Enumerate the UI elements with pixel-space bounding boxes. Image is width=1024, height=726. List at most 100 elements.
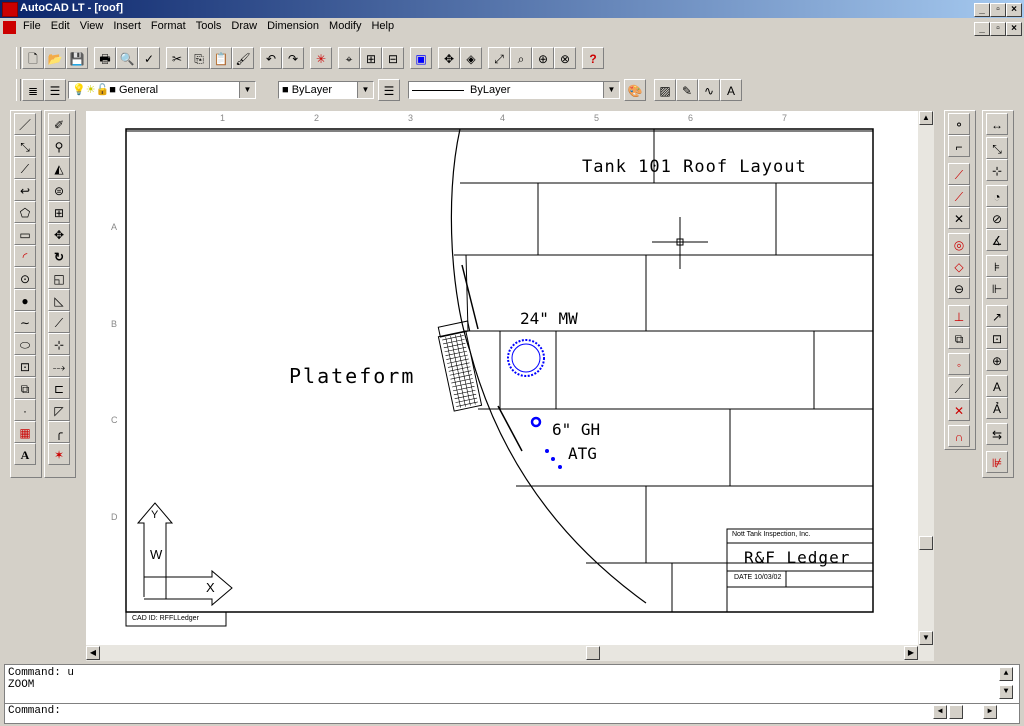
nearest-snap-icon[interactable]: ⟋ <box>948 377 970 399</box>
cmd-scroll-right-icon[interactable]: ▶ <box>983 705 997 719</box>
explode-icon[interactable]: ✶ <box>48 443 70 465</box>
linetype-combo[interactable]: ByLayer ▼ <box>408 81 620 99</box>
pen-icon[interactable]: ✎ <box>676 79 698 101</box>
cut-icon[interactable]: ✂ <box>166 47 188 69</box>
continue-dim-icon[interactable]: ⊩ <box>986 277 1008 299</box>
construction-line-icon[interactable]: ⤡ <box>14 135 36 157</box>
close-button[interactable]: × <box>1006 3 1022 17</box>
dim-text-edit-icon[interactable]: Ả <box>986 397 1008 419</box>
point-icon[interactable]: · <box>14 399 36 421</box>
polygon-icon[interactable]: ⬠ <box>14 201 36 223</box>
tracking-snap-icon[interactable]: ⚬ <box>948 113 970 135</box>
menu-format[interactable]: Format <box>146 18 191 34</box>
scroll-thumb[interactable] <box>919 536 933 550</box>
snap-settings-icon[interactable]: ∩ <box>948 425 970 447</box>
print-icon[interactable]: 🖶 <box>94 47 116 69</box>
diameter-dim-icon[interactable]: ⊘ <box>986 207 1008 229</box>
baseline-dim-icon[interactable]: ⊧ <box>986 255 1008 277</box>
save-icon[interactable]: 💾 <box>66 47 88 69</box>
menu-tools[interactable]: Tools <box>191 18 227 34</box>
tangent-snap-icon[interactable]: ⊖ <box>948 277 970 299</box>
aligned-dim-icon[interactable]: ⤡ <box>986 137 1008 159</box>
extend-icon[interactable]: ⤏ <box>48 355 70 377</box>
zoom-window-icon[interactable]: ⌕ <box>510 47 532 69</box>
redo-icon[interactable]: ↷ <box>282 47 304 69</box>
chevron-down-icon[interactable]: ▼ <box>357 82 373 98</box>
midpoint-snap-icon[interactable]: ⟋ <box>948 185 970 207</box>
dim-update-icon[interactable]: ⇆ <box>986 423 1008 445</box>
hatch-icon[interactable]: ▦ <box>14 421 36 443</box>
ucs-icon[interactable]: ⊞ <box>360 47 382 69</box>
chevron-down-icon[interactable]: ▼ <box>603 82 619 98</box>
scroll-up-icon[interactable]: ▲ <box>919 111 933 125</box>
command-prompt[interactable]: Command: <box>8 705 61 717</box>
layer-combo[interactable]: 💡☀🔓■ General ▼ <box>68 81 256 99</box>
copy-icon[interactable]: ⎘ <box>188 47 210 69</box>
dim-edit-icon[interactable]: A <box>986 375 1008 397</box>
horizontal-scrollbar[interactable]: ◀ ▶ <box>86 645 934 661</box>
polyline-icon[interactable]: ↩ <box>14 179 36 201</box>
spelling-icon[interactable]: ✓ <box>138 47 160 69</box>
cmd-scroll-left-icon[interactable]: ◀ <box>933 705 947 719</box>
menu-help[interactable]: Help <box>366 18 399 34</box>
open-icon[interactable]: 📂 <box>44 47 66 69</box>
properties-icon[interactable]: 🎨 <box>624 79 646 101</box>
spline-draw-icon[interactable]: ∼ <box>14 311 36 333</box>
from-snap-icon[interactable]: ⌐ <box>948 135 970 157</box>
rectangle-icon[interactable]: ▭ <box>14 223 36 245</box>
insert-block-icon[interactable]: ⊡ <box>14 355 36 377</box>
ordinate-dim-icon[interactable]: ⊹ <box>986 159 1008 181</box>
endpoint-snap-icon[interactable]: ⟋ <box>948 163 970 185</box>
center-mark-icon[interactable]: ⊕ <box>986 349 1008 371</box>
scroll-left-icon[interactable]: ◀ <box>86 646 100 660</box>
cmd-scroll-up-icon[interactable]: ▲ <box>999 667 1013 681</box>
make-layer-current-icon[interactable]: ≣ <box>22 79 44 101</box>
linetype-icon[interactable]: ☰ <box>378 79 400 101</box>
cmd-scroll-down-icon[interactable]: ▼ <box>999 685 1013 699</box>
break-icon[interactable]: ⊏ <box>48 377 70 399</box>
cmd-scroll-thumb[interactable] <box>949 705 963 719</box>
none-snap-icon[interactable]: ✕ <box>948 399 970 421</box>
copy-object-icon[interactable]: ⚲ <box>48 135 70 157</box>
doc-restore-button[interactable]: ▫ <box>990 22 1006 36</box>
erase-icon[interactable]: ✐ <box>48 113 70 135</box>
offset-icon[interactable]: ⊜ <box>48 179 70 201</box>
aerial-view-icon[interactable]: ◈ <box>460 47 482 69</box>
print-preview-icon[interactable]: 🔍 <box>116 47 138 69</box>
stretch-icon[interactable]: ◺ <box>48 289 70 311</box>
inquiry-icon[interactable]: ⊟ <box>382 47 404 69</box>
vertical-scrollbar[interactable]: ▲ ▼ <box>918 111 934 645</box>
center-snap-icon[interactable]: ◎ <box>948 233 970 255</box>
paste-icon[interactable]: 📋 <box>210 47 232 69</box>
zoom-previous-icon[interactable]: ⊕ <box>532 47 554 69</box>
line-icon[interactable]: ／ <box>14 113 36 135</box>
leader-icon[interactable]: ↗ <box>986 305 1008 327</box>
insertion-snap-icon[interactable]: ⧉ <box>948 327 970 349</box>
text-icon[interactable]: A <box>14 443 36 465</box>
rotate-icon[interactable]: ↻ <box>48 245 70 267</box>
menu-edit[interactable]: Edit <box>46 18 75 34</box>
help-icon[interactable]: ? <box>582 47 604 69</box>
redraw-icon[interactable]: ▣ <box>410 47 432 69</box>
perpendicular-snap-icon[interactable]: ⊥ <box>948 305 970 327</box>
chamfer-icon[interactable]: ◸ <box>48 399 70 421</box>
menu-file[interactable]: File <box>18 18 46 34</box>
lengthen-icon[interactable]: ⟋ <box>48 311 70 333</box>
ellipse-icon[interactable]: ⬭ <box>14 333 36 355</box>
match-properties-icon[interactable]: 🖌 <box>232 47 254 69</box>
menu-dimension[interactable]: Dimension <box>262 18 324 34</box>
object-snap-icon[interactable]: ⌖ <box>338 47 360 69</box>
zoom-extents-icon[interactable]: ⊗ <box>554 47 576 69</box>
pline-icon[interactable]: ⟋ <box>14 157 36 179</box>
node-snap-icon[interactable]: ◦ <box>948 353 970 375</box>
mirror-icon[interactable]: ◭ <box>48 157 70 179</box>
layers-icon[interactable]: ☰ <box>44 79 66 101</box>
spline-icon[interactable]: ∿ <box>698 79 720 101</box>
new-icon[interactable]: 🗋 <box>22 47 44 69</box>
trim-icon[interactable]: ⊹ <box>48 333 70 355</box>
dim-style-icon[interactable]: ▨ <box>654 79 676 101</box>
intersection-snap-icon[interactable]: ✕ <box>948 207 970 229</box>
make-block-icon[interactable]: ⧉ <box>14 377 36 399</box>
pan-realtime-icon[interactable]: ✥ <box>438 47 460 69</box>
drawing-canvas[interactable]: 1 2 3 4 5 6 7 A B C D Tank 101 Roof Layo… <box>86 111 918 645</box>
